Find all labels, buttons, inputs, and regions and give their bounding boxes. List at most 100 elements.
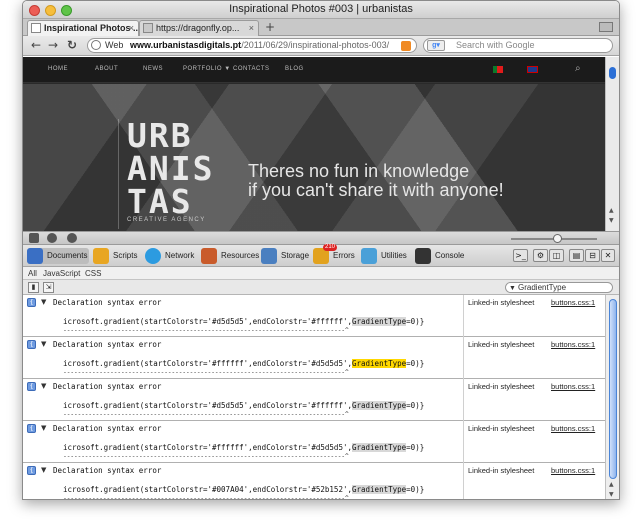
scripts-icon	[93, 248, 109, 264]
message-file-link[interactable]: buttons.css:1	[551, 298, 595, 307]
search-field[interactable]: g▾ Search with Google	[423, 38, 613, 53]
back-button[interactable]: ←	[31, 38, 41, 52]
css-file-icon: {	[27, 466, 36, 475]
list-item[interactable]: { ▼ Declaration syntax error Linked-in s…	[23, 379, 607, 421]
code-text: icrosoft.gradient(startColorstr='#ffffff…	[63, 359, 352, 368]
logo-line-3: TAS	[127, 182, 193, 221]
dock-icon[interactable]	[29, 233, 39, 243]
slogan-line-1: Theres no fun in knowledge	[248, 161, 470, 181]
message-source: Linked-in stylesheet	[468, 466, 535, 475]
forward-button[interactable]: →	[48, 38, 58, 52]
window-title: Inspirational Photos #003 | urbanistas	[229, 3, 413, 15]
column-divider	[463, 421, 464, 463]
clear-console-icon[interactable]: ▮	[28, 282, 39, 293]
site-nav-news[interactable]: NEWS	[143, 66, 163, 72]
list-item[interactable]: { ▼ Declaration syntax error Linked-in s…	[23, 421, 607, 463]
message-file-link[interactable]: buttons.css:1	[551, 382, 595, 391]
subtab-all[interactable]: All	[28, 267, 37, 280]
settings-gear-icon[interactable]: ⚙	[533, 249, 548, 262]
page-scrollbar-thumb[interactable]	[609, 67, 616, 79]
tab-close-icon[interactable]: ×	[129, 21, 134, 35]
console-filter-input[interactable]: ▼ GradientType	[505, 282, 613, 293]
css-file-icon: {	[27, 424, 36, 433]
inspector-top-bar	[23, 231, 619, 245]
site-nav-blog[interactable]: BLOG	[285, 66, 304, 72]
scroll-up-icon[interactable]: ▲	[609, 207, 614, 214]
scroll-down-icon[interactable]: ▼	[609, 217, 614, 224]
console-scrollbar[interactable]: ▲ ▼	[605, 295, 619, 499]
message-file-link[interactable]: buttons.css:1	[551, 424, 595, 433]
message-file-link[interactable]: buttons.css:1	[551, 466, 595, 475]
column-divider	[463, 295, 464, 337]
error-pointer-line: ----------------------------------------…	[63, 494, 349, 500]
page-scrollbar[interactable]: ▲ ▼	[605, 57, 619, 231]
subtab-javascript[interactable]: JavaScript	[43, 267, 80, 280]
expand-triangle-icon[interactable]: ▼	[41, 340, 46, 348]
scroll-down-icon[interactable]: ▼	[609, 491, 614, 498]
scroll-up-icon[interactable]: ▲	[609, 481, 614, 488]
error-pointer-line: ----------------------------------------…	[63, 368, 349, 376]
reload-button[interactable]: ↻	[67, 38, 77, 52]
message-source: Linked-in stylesheet	[468, 382, 535, 391]
google-search-engine-icon[interactable]: g▾	[427, 40, 445, 51]
console-expand-icon[interactable]: ⇲	[43, 282, 54, 293]
detach-window-icon[interactable]: ⊟	[585, 249, 600, 262]
hero-slogan: Theres no fun in knowledge if you can't …	[248, 162, 504, 200]
dock-mode-icon[interactable]: ▤	[569, 249, 584, 262]
globe-icon	[91, 40, 101, 50]
expand-triangle-icon[interactable]: ▼	[41, 298, 46, 306]
close-devtools-icon[interactable]: ✕	[601, 249, 615, 262]
site-nav-contacts[interactable]: CONTACTS	[233, 66, 270, 72]
site-nav-about[interactable]: ABOUT	[95, 66, 118, 72]
panel-utilities[interactable]: Utilities	[361, 248, 417, 264]
tab-label: Inspirational Photos ...	[44, 23, 139, 33]
uk-flag-icon[interactable]	[527, 66, 538, 73]
panel-console[interactable]: Console	[415, 248, 471, 264]
zoom-slider-knob[interactable]	[553, 234, 562, 243]
storage-icon	[261, 248, 277, 264]
console-filter-tabs: All JavaScript CSS	[23, 267, 619, 280]
console-messages: { ▼ Declaration syntax error Linked-in s…	[23, 295, 607, 500]
slogan-line-2: if you can't share it with anyone!	[248, 180, 504, 200]
subtab-css[interactable]: CSS	[85, 267, 101, 280]
portugal-flag-icon[interactable]	[493, 66, 503, 73]
site-nav-home[interactable]: HOME	[48, 66, 68, 72]
site-search-icon[interactable]: ⌕	[575, 63, 581, 74]
console-scrollbar-thumb[interactable]	[609, 299, 617, 479]
panel-documents[interactable]: Documents	[27, 248, 89, 264]
documents-icon	[27, 248, 43, 264]
list-item[interactable]: { ▼ Declaration syntax error Linked-in s…	[23, 337, 607, 379]
message-file-link[interactable]: buttons.css:1	[551, 340, 595, 349]
site-nav-portfolio[interactable]: PORTFOLIO ▼	[183, 66, 231, 72]
panel-resources[interactable]: Resources	[201, 248, 263, 264]
panel-scripts[interactable]: Scripts	[93, 248, 143, 264]
error-pointer-line: ----------------------------------------…	[63, 410, 349, 418]
rss-feed-icon[interactable]	[401, 41, 411, 51]
expand-triangle-icon[interactable]: ▼	[41, 382, 46, 390]
panel-storage[interactable]: Storage	[261, 248, 317, 264]
url-host: www.urbanistasdigitals.pt	[130, 40, 242, 50]
tab-dragonfly[interactable]: https://dragonfly.op... ×	[139, 20, 259, 36]
logo-line-2: ANIS	[127, 149, 215, 188]
tab-label: https://dragonfly.op...	[156, 23, 240, 33]
list-item[interactable]: { ▼ Declaration syntax error Linked-in s…	[23, 463, 607, 500]
url-text: www.urbanistasdigitals.pt/2011/06/29/ins…	[130, 39, 389, 52]
tab-close-icon[interactable]: ×	[249, 21, 254, 35]
expand-triangle-icon[interactable]: ▼	[41, 424, 46, 432]
panel-label: Scripts	[113, 251, 138, 260]
panel-network[interactable]: Network	[145, 248, 201, 264]
address-field[interactable]: Web www.urbanistasdigitals.pt/2011/06/29…	[87, 38, 417, 53]
console-prompt-icon[interactable]: >_	[513, 249, 528, 262]
eject-icon[interactable]	[47, 233, 57, 243]
tab-view-icon[interactable]	[599, 22, 613, 32]
expand-triangle-icon[interactable]: ▼	[41, 466, 46, 474]
split-view-icon[interactable]: ◫	[549, 249, 564, 262]
pick-element-icon[interactable]	[67, 233, 77, 243]
list-item[interactable]: { ▼ Declaration syntax error Linked-in s…	[23, 295, 607, 337]
new-tab-button[interactable]: +	[265, 20, 275, 34]
code-highlight: GradientType	[351, 485, 407, 494]
panel-errors[interactable]: 210 Errors	[313, 244, 363, 264]
tab-inspirational-photos[interactable]: Inspirational Photos ... ×	[27, 20, 139, 36]
logo-line-1: URB	[127, 116, 193, 155]
message-title: Declaration syntax error	[53, 382, 162, 391]
